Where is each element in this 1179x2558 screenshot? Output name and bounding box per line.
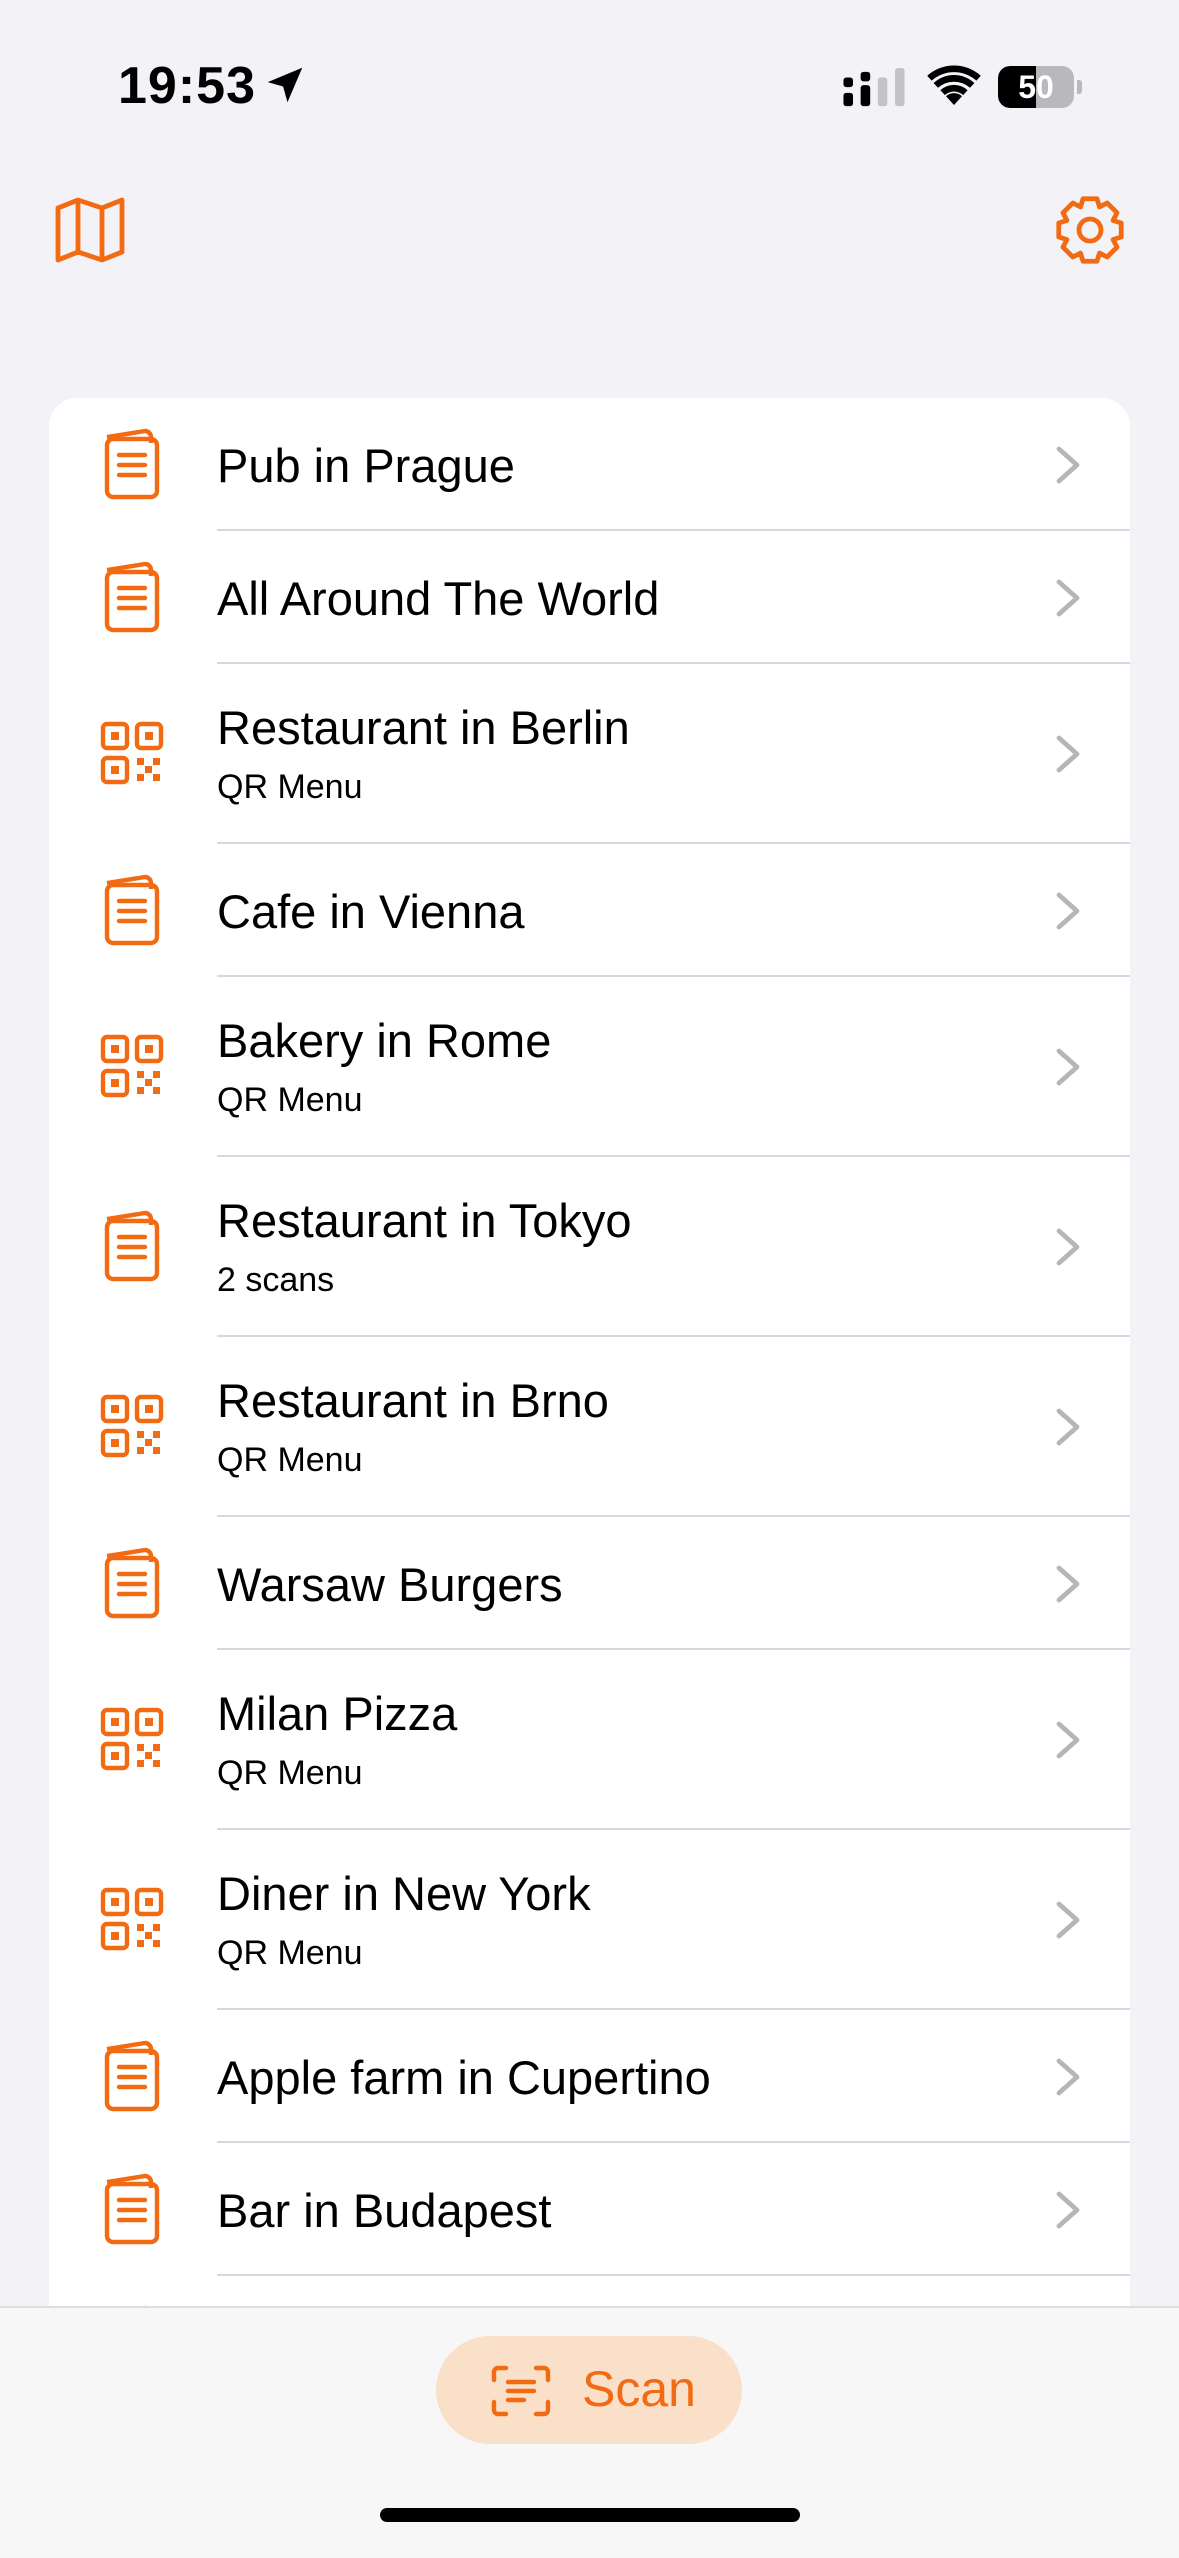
list-item-title: Restaurant in Berlin [217, 701, 630, 754]
chevron-right-icon [1055, 1227, 1081, 1267]
bottom-bar: Scan [0, 2306, 1179, 2558]
scan-label: Scan [582, 2361, 696, 2417]
list-item-title: Apple farm in Cupertino [217, 2051, 711, 2104]
map-icon [55, 197, 125, 263]
menu-list: Pub in Prague All Around The World Restaur… [49, 398, 1130, 2328]
chevron-right-icon [1055, 891, 1081, 931]
location-arrow-icon [267, 67, 303, 103]
status-time: 19:53 [118, 57, 256, 115]
list-item-title: Warsaw Burgers [217, 1558, 563, 1611]
list-item[interactable]: Restaurant in Brno QR Menu [49, 1337, 1130, 1517]
list-item-title: Bar in Budapest [217, 2184, 552, 2237]
chevron-right-icon [1055, 2057, 1081, 2097]
menu-book-icon [99, 427, 165, 503]
list-item[interactable]: Warsaw Burgers [49, 1517, 1130, 1650]
list-item-title: Pub in Prague [217, 439, 515, 492]
list-item-title: All Around The World [217, 572, 660, 625]
qr-code-icon [99, 1702, 165, 1778]
list-item[interactable]: Apple farm in Cupertino [49, 2010, 1130, 2143]
status-bar: 19:53 50 [0, 0, 1179, 170]
chevron-right-icon [1055, 1407, 1081, 1447]
menu-book-icon [99, 1209, 165, 1285]
list-item-title: Diner in New York [217, 1867, 591, 1920]
list-item[interactable]: All Around The World [49, 531, 1130, 664]
list-item[interactable]: Restaurant in Berlin QR Menu [49, 664, 1130, 844]
list-item[interactable]: Bar in Budapest [49, 2143, 1130, 2276]
menu-book-icon [99, 873, 165, 949]
qr-code-icon [99, 716, 165, 792]
menu-book-icon [99, 560, 165, 636]
gear-icon [1056, 196, 1124, 264]
qr-code-icon [99, 1882, 165, 1958]
home-indicator [380, 2508, 800, 2522]
list-item-title: Restaurant in Brno [217, 1374, 609, 1427]
list-item-title: Restaurant in Tokyo [217, 1194, 632, 1247]
list-item-subtitle: QR Menu [217, 1934, 363, 1972]
chevron-right-icon [1055, 1900, 1081, 1940]
list-item-title: Milan Pizza [217, 1687, 458, 1740]
menu-book-icon [99, 1546, 165, 1622]
chevron-right-icon [1055, 1047, 1081, 1087]
chevron-right-icon [1055, 445, 1081, 485]
chevron-right-icon [1055, 1720, 1081, 1760]
qr-code-icon [99, 1029, 165, 1105]
qr-code-icon [99, 1389, 165, 1465]
list-item[interactable]: Bakery in Rome QR Menu [49, 977, 1130, 1157]
scan-button[interactable]: Scan [436, 2336, 742, 2444]
chevron-right-icon [1055, 1564, 1081, 1604]
chevron-right-icon [1055, 578, 1081, 618]
list-item-title: Bakery in Rome [217, 1014, 552, 1067]
battery-indicator: 50 [998, 66, 1082, 108]
list-item-subtitle: QR Menu [217, 1441, 363, 1479]
list-item[interactable]: Pub in Prague [49, 398, 1130, 531]
list-item[interactable]: Milan Pizza QR Menu [49, 1650, 1130, 1830]
list-item-subtitle: QR Menu [217, 1754, 363, 1792]
cellular-signal-icon [843, 68, 905, 107]
list-item-subtitle: QR Menu [217, 1081, 363, 1119]
list-item-subtitle: 2 scans [217, 1261, 335, 1299]
list-item-subtitle: QR Menu [217, 768, 363, 806]
map-button[interactable] [50, 190, 130, 270]
scan-text-icon [491, 2365, 551, 2417]
list-item[interactable]: Diner in New York QR Menu [49, 1830, 1130, 2010]
battery-percent: 50 [1018, 69, 1054, 105]
wifi-icon [927, 65, 981, 105]
chevron-right-icon [1055, 734, 1081, 774]
settings-button[interactable] [1050, 190, 1130, 270]
list-item-title: Cafe in Vienna [217, 885, 525, 938]
list-item[interactable]: Cafe in Vienna [49, 844, 1130, 977]
menu-book-icon [99, 2039, 165, 2115]
list-item[interactable]: Restaurant in Tokyo 2 scans [49, 1157, 1130, 1337]
menu-book-icon [99, 2172, 165, 2248]
chevron-right-icon [1055, 2190, 1081, 2230]
